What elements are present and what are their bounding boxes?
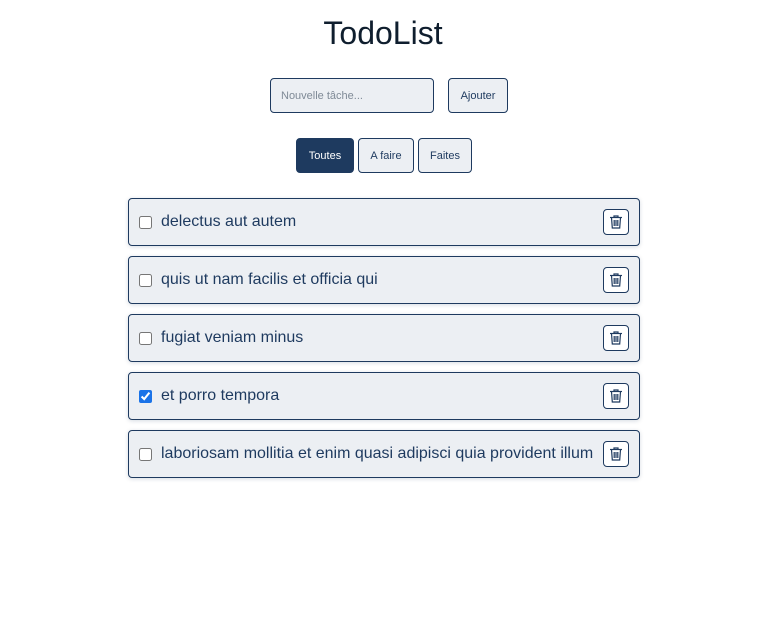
delete-todo-button[interactable] (603, 325, 629, 351)
add-task-form: Ajouter (0, 78, 766, 113)
todo-checkbox[interactable] (139, 448, 152, 461)
add-task-button[interactable]: Ajouter (448, 78, 508, 113)
page-title: TodoList (323, 15, 443, 51)
delete-todo-button[interactable] (603, 209, 629, 235)
trash-icon (609, 330, 623, 346)
delete-todo-button[interactable] (603, 267, 629, 293)
todo-item: et porro tempora (128, 372, 640, 420)
new-task-input[interactable] (270, 78, 434, 113)
todo-text: fugiat veniam minus (161, 329, 304, 346)
todo-item: quis ut nam facilis et officia qui (128, 256, 640, 304)
filter-done-button[interactable]: Faites (418, 138, 472, 173)
trash-icon (609, 446, 623, 462)
todo-list: delectus aut autem quis ut nam facilis e… (128, 198, 640, 488)
delete-todo-button[interactable] (603, 441, 629, 467)
filter-todo-button[interactable]: A faire (358, 138, 414, 173)
todo-item: delectus aut autem (128, 198, 640, 246)
todo-checkbox[interactable] (139, 216, 152, 229)
todo-text: quis ut nam facilis et officia qui (161, 271, 378, 288)
filter-all-button[interactable]: Toutes (296, 138, 354, 173)
todo-item: laboriosam mollitia et enim quasi adipis… (128, 430, 640, 478)
todo-checkbox[interactable] (139, 390, 152, 403)
todo-text: delectus aut autem (161, 213, 297, 230)
todo-checkbox[interactable] (139, 274, 152, 287)
trash-icon (609, 388, 623, 404)
delete-todo-button[interactable] (603, 383, 629, 409)
todo-item: fugiat veniam minus (128, 314, 640, 362)
todo-checkbox[interactable] (139, 332, 152, 345)
todo-text: laboriosam mollitia et enim quasi adipis… (161, 445, 594, 462)
trash-icon (609, 214, 623, 230)
trash-icon (609, 272, 623, 288)
filter-bar: Toutes A faire Faites (0, 138, 766, 173)
todo-text: et porro tempora (161, 387, 280, 404)
